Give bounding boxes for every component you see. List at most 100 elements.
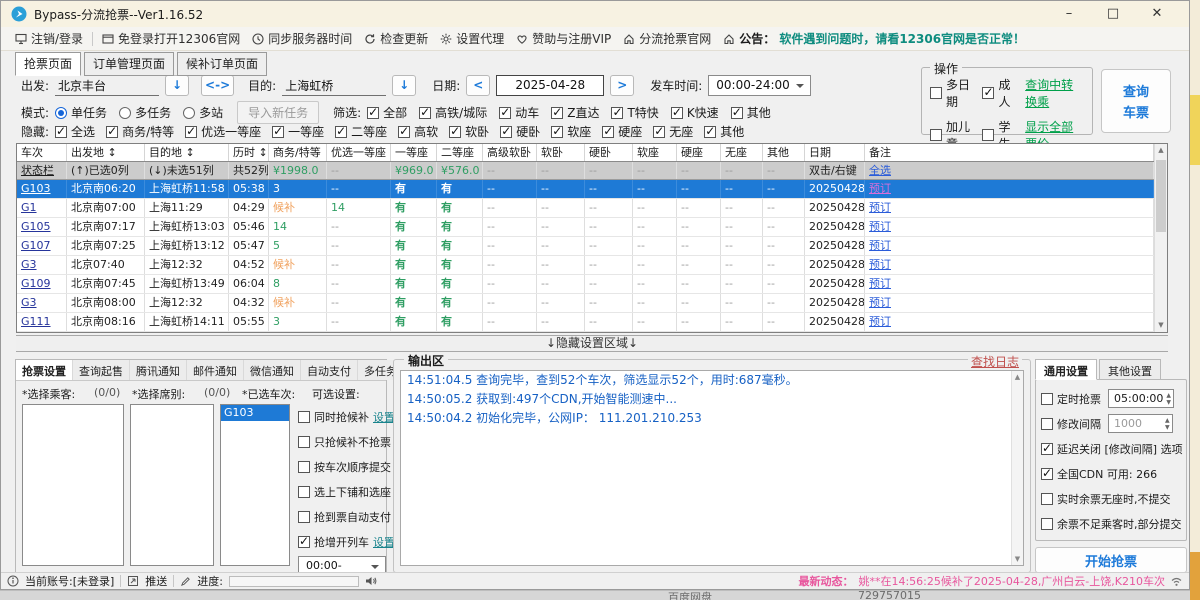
table-cell[interactable]: -- xyxy=(483,162,537,179)
table-cell[interactable]: -- xyxy=(537,237,585,255)
table-row[interactable]: G105北京南07:17上海虹桥13:0305:4614--有有--------… xyxy=(17,218,1154,237)
table-cell[interactable]: -- xyxy=(677,294,721,312)
table-cell[interactable]: 有 xyxy=(437,256,483,274)
filter-checkbox-0[interactable]: 全部 xyxy=(367,104,407,121)
settings-tab-通用设置[interactable]: 通用设置 xyxy=(1035,359,1097,380)
depart-time-select[interactable]: 00:00-24:00 xyxy=(708,75,811,96)
table-cell[interactable]: 北京南06:20 xyxy=(67,180,145,198)
table-cell[interactable]: -- xyxy=(537,294,585,312)
table-cell[interactable]: 有 xyxy=(391,256,437,274)
table-cell[interactable]: -- xyxy=(763,237,805,255)
from-dropdown-button[interactable]: ↓ xyxy=(165,75,189,96)
table-cell[interactable]: 预订 xyxy=(865,256,1154,274)
table-cell[interactable]: 双击/右键 xyxy=(805,162,865,179)
hide-checkbox-1[interactable]: 商务/特等 xyxy=(106,123,174,140)
table-cell[interactable]: -- xyxy=(483,256,537,274)
speaker-icon[interactable] xyxy=(365,575,378,587)
grab-option-checkbox-0[interactable]: 同时抢候补 xyxy=(298,409,369,425)
toolbar-item-4[interactable]: 设置代理 xyxy=(434,30,510,47)
hide-checkbox-8[interactable]: 软座 xyxy=(551,123,591,140)
grab-option-checkbox-5[interactable]: 抢增开列车 xyxy=(298,534,369,550)
table-cell[interactable]: -- xyxy=(537,256,585,274)
general-option-checkbox-0[interactable]: 定时抢票 xyxy=(1041,391,1101,407)
settings-link[interactable]: 设置 xyxy=(373,409,395,425)
table-cell[interactable]: 预订 xyxy=(865,294,1154,312)
table-cell[interactable]: -- xyxy=(677,313,721,331)
table-cell[interactable]: 有 xyxy=(437,180,483,198)
table-cell[interactable]: -- xyxy=(633,199,677,217)
grab-option-checkbox-3[interactable]: 选上下铺和选座 xyxy=(298,484,391,500)
filter-checkbox-5[interactable]: K快速 xyxy=(671,104,719,121)
seat-listbox[interactable] xyxy=(130,404,214,566)
table-row[interactable]: G107北京南07:25上海虹桥13:1205:475--有有---------… xyxy=(17,237,1154,256)
table-cell[interactable]: -- xyxy=(721,313,763,331)
prev-date-button[interactable]: < xyxy=(466,75,490,96)
settings-tab-自动支付[interactable]: 自动支付 xyxy=(301,360,358,380)
settings-tab-微信通知[interactable]: 微信通知 xyxy=(244,360,301,380)
tab-候补订单页面[interactable]: 候补订单页面 xyxy=(177,52,267,76)
table-row[interactable]: G3北京07:40上海12:3204:52候补--有有-------------… xyxy=(17,256,1154,275)
table-cell[interactable]: 预订 xyxy=(865,218,1154,236)
table-cell[interactable]: 14 xyxy=(327,199,391,217)
table-cell[interactable]: 有 xyxy=(437,313,483,331)
table-cell[interactable]: 有 xyxy=(391,199,437,217)
table-cell[interactable]: 北京南07:45 xyxy=(67,275,145,293)
mode-radio-2[interactable]: 多站 xyxy=(183,104,223,121)
output-scroll-up-icon[interactable]: ▲ xyxy=(1012,371,1023,383)
table-row[interactable]: G1北京南07:00上海11:2904:29候补14有有------------… xyxy=(17,199,1154,218)
table-cell[interactable]: 上海12:32 xyxy=(145,294,229,312)
table-cell[interactable]: 上海虹桥14:11 xyxy=(145,313,229,331)
table-row[interactable]: G3北京南08:00上海12:3204:32候补--有有------------… xyxy=(17,294,1154,313)
tab-订单管理页面[interactable]: 订单管理页面 xyxy=(84,52,174,76)
table-cell[interactable]: 20250428 xyxy=(805,180,865,198)
grab-option-checkbox-4[interactable]: 抢到票自动支付 xyxy=(298,509,391,525)
table-cell[interactable]: -- xyxy=(483,199,537,217)
table-cell[interactable]: -- xyxy=(633,218,677,236)
output-scrollbar[interactable]: ▲ ▼ xyxy=(1011,371,1023,565)
operate-checkbox-1[interactable]: 成人 xyxy=(982,76,1015,110)
table-cell[interactable]: 有 xyxy=(437,218,483,236)
table-row[interactable]: G111北京南08:16上海虹桥14:1105:553--有有---------… xyxy=(17,313,1154,332)
hide-checkbox-4[interactable]: 二等座 xyxy=(335,123,387,140)
table-cell[interactable]: -- xyxy=(483,313,537,331)
table-cell[interactable]: -- xyxy=(327,180,391,198)
table-cell[interactable]: 有 xyxy=(391,313,437,331)
table-cell[interactable]: -- xyxy=(585,313,633,331)
table-cell[interactable]: G3 xyxy=(17,256,67,274)
table-row[interactable]: G103北京南06:20上海虹桥11:5805:383--有有---------… xyxy=(17,180,1154,199)
table-cell[interactable]: -- xyxy=(721,162,763,179)
table-cell[interactable]: 3 xyxy=(269,180,327,198)
table-cell[interactable]: 上海虹桥13:49 xyxy=(145,275,229,293)
table-cell[interactable]: 上海虹桥13:03 xyxy=(145,218,229,236)
table-cell[interactable]: -- xyxy=(537,275,585,293)
general-option-checkbox-4[interactable]: 实时余票无座时,不提交 xyxy=(1041,491,1171,507)
hide-checkbox-3[interactable]: 一等座 xyxy=(272,123,324,140)
table-cell[interactable]: 北京南08:00 xyxy=(67,294,145,312)
table-cell[interactable]: 有 xyxy=(391,180,437,198)
mode-radio-0[interactable]: 单任务 xyxy=(55,104,107,121)
general-option-checkbox-5[interactable]: 余票不足乘客时,部分提交 xyxy=(1041,516,1182,532)
table-cell[interactable]: -- xyxy=(327,218,391,236)
table-cell[interactable]: -- xyxy=(763,218,805,236)
table-cell[interactable]: -- xyxy=(677,218,721,236)
table-cell[interactable]: 预订 xyxy=(865,313,1154,331)
toolbar-item-0[interactable]: 注销/登录 xyxy=(9,30,89,47)
table-cell[interactable]: -- xyxy=(721,180,763,198)
table-cell[interactable]: 04:29 xyxy=(229,199,269,217)
table-cell[interactable]: 04:32 xyxy=(229,294,269,312)
table-cell[interactable]: 状态栏 xyxy=(17,162,67,179)
table-cell[interactable]: -- xyxy=(721,256,763,274)
table-cell[interactable]: 20250428 xyxy=(805,199,865,217)
table-cell[interactable]: -- xyxy=(483,180,537,198)
table-cell[interactable]: (↓)未选51列 xyxy=(145,162,229,179)
output-log-area[interactable]: 14:51:04.5 查询完毕，查到52个车次，筛选显示52个，用时:687毫秒… xyxy=(400,370,1024,566)
table-cell[interactable]: 全选 xyxy=(865,162,1154,179)
table-cell[interactable]: -- xyxy=(327,256,391,274)
table-cell[interactable]: 候补 xyxy=(269,199,327,217)
spinner-arrows-icon[interactable]: ▲▼ xyxy=(1165,417,1170,431)
find-log-link[interactable]: 查找日志 xyxy=(968,353,1022,370)
table-cell[interactable]: -- xyxy=(721,218,763,236)
grab-option-checkbox-2[interactable]: 按车次顺序提交 xyxy=(298,459,391,475)
table-cell[interactable]: -- xyxy=(721,199,763,217)
table-cell[interactable]: -- xyxy=(483,218,537,236)
